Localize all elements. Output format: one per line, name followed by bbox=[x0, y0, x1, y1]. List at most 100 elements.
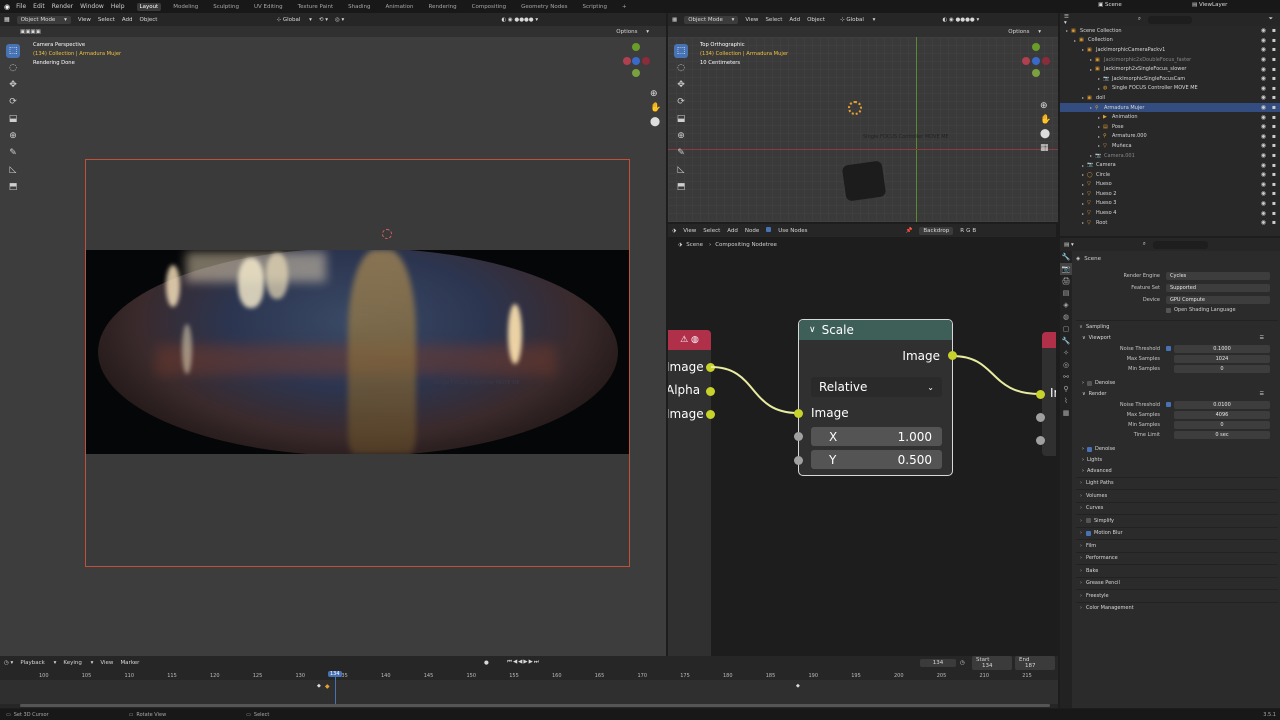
object-tab-icon[interactable]: ▢ bbox=[1060, 323, 1072, 335]
menu-select[interactable]: Select bbox=[98, 17, 115, 23]
menu-add[interactable]: Add bbox=[789, 17, 800, 23]
next-node-input-socket[interactable] bbox=[1036, 390, 1045, 399]
properties-panel-header[interactable]: › Color Management bbox=[1076, 601, 1278, 614]
menu-edit[interactable]: Edit bbox=[33, 3, 45, 10]
expand-arrow-icon[interactable]: ▸ bbox=[1098, 86, 1100, 91]
constraints-tab-icon[interactable]: ⚯ bbox=[1060, 371, 1072, 383]
visibility-eye-icon[interactable]: ◉ bbox=[1261, 56, 1266, 63]
render-camera-icon[interactable]: ▪ bbox=[1272, 142, 1276, 149]
workspace-tab-texture-paint[interactable]: Texture Paint bbox=[295, 3, 337, 11]
properties-panel-header[interactable]: › Freestyle bbox=[1076, 589, 1278, 602]
expand-arrow-icon[interactable]: ▸ bbox=[1098, 115, 1100, 120]
outliner-item[interactable]: ▸ ▣ Jackimorph2xSingleFocus_slower ◉ ▪ bbox=[1060, 64, 1280, 74]
timeline[interactable]: ◷ ▾ Playback ▾ Keying ▾ View Marker ● ⏮◀… bbox=[0, 655, 1058, 708]
list-icon[interactable]: ☰ bbox=[1260, 335, 1264, 341]
editor-type-icon[interactable]: ▦ bbox=[672, 17, 677, 23]
node-editor[interactable]: ⬗ View Select Add Node Use Nodes 📌 Backd… bbox=[668, 224, 1056, 656]
next-node-socket-3[interactable] bbox=[1036, 436, 1045, 445]
visibility-eye-icon[interactable]: ◉ bbox=[1261, 200, 1266, 207]
add-workspace-button[interactable]: + bbox=[619, 3, 630, 11]
render-tab-icon[interactable]: 📷 bbox=[1060, 263, 1072, 275]
outliner-item[interactable]: ▸ 📷 Camera.001 ◉ ▪ bbox=[1060, 151, 1280, 161]
outliner[interactable]: ☰ ▾ ⌕ ⏷ ▸ ▣ Scene Collection ◉ ▪ ▸ ▣ Collection… bbox=[1060, 13, 1280, 236]
record-button-icon[interactable]: ● bbox=[484, 660, 489, 666]
visibility-eye-icon[interactable]: ◉ bbox=[1261, 171, 1266, 178]
scene-tab-icon[interactable]: ◈ bbox=[1060, 299, 1072, 311]
outliner-item[interactable]: ▸ ▤ Pose ◉ ▪ bbox=[1060, 122, 1280, 132]
expand-arrow-icon[interactable]: ▸ bbox=[1090, 67, 1092, 72]
workspace-tab-compositing[interactable]: Compositing bbox=[469, 3, 509, 11]
render-max-samples-field[interactable]: 4096 bbox=[1174, 410, 1270, 419]
outliner-item[interactable]: ▸ ▽ Hueso 4 ◉ ▪ bbox=[1060, 208, 1280, 218]
noise-threshold-checkbox[interactable] bbox=[1166, 346, 1171, 351]
visibility-eye-icon[interactable]: ◉ bbox=[1261, 133, 1266, 140]
expand-arrow-icon[interactable]: ▸ bbox=[1066, 28, 1068, 33]
render-engine-dropdown[interactable]: Cycles bbox=[1166, 272, 1270, 280]
current-frame-badge[interactable]: 134 bbox=[328, 671, 342, 677]
render-min-samples-field[interactable]: 0 bbox=[1174, 420, 1270, 429]
menu-select[interactable]: Select bbox=[765, 17, 782, 23]
scale-output-socket[interactable] bbox=[948, 351, 957, 360]
outliner-item[interactable]: ▸ ▣ doll ◉ ▪ bbox=[1060, 93, 1280, 103]
expand-arrow-icon[interactable]: ▸ bbox=[1082, 182, 1084, 187]
workspace-tab-layout[interactable]: Layout bbox=[136, 2, 162, 11]
particles-tab-icon[interactable]: ✧ bbox=[1060, 347, 1072, 359]
scale-tool-icon[interactable]: ⬓ bbox=[674, 112, 688, 126]
bone-tab-icon[interactable]: ⌇ bbox=[1060, 395, 1072, 407]
expand-arrow-icon[interactable]: ▸ bbox=[1082, 47, 1084, 52]
menu-view[interactable]: View bbox=[745, 17, 758, 23]
scale-tool-icon[interactable]: ⬓ bbox=[6, 112, 20, 126]
orientation-dropdown[interactable]: ⊹ Global ▾ bbox=[276, 17, 311, 23]
menu-marker[interactable]: Marker bbox=[120, 660, 139, 666]
visibility-eye-icon[interactable]: ◉ bbox=[1261, 181, 1266, 188]
render-camera-icon[interactable]: ▪ bbox=[1272, 46, 1276, 53]
outliner-item[interactable]: ▸ ▽ Hueso 3 ◉ ▪ bbox=[1060, 199, 1280, 209]
filter-icon[interactable]: ⏷ bbox=[1269, 16, 1273, 23]
keyframe-marker[interactable]: ◆ bbox=[317, 683, 321, 689]
outliner-item[interactable]: ▸ ▣ Scene Collection ◉ ▪ bbox=[1060, 26, 1280, 36]
render-camera-icon[interactable]: ▪ bbox=[1272, 27, 1276, 34]
visibility-eye-icon[interactable]: ◉ bbox=[1261, 27, 1266, 34]
outliner-search-input[interactable] bbox=[1147, 15, 1192, 24]
feature-set-dropdown[interactable]: Supported bbox=[1166, 284, 1270, 292]
properties-panel-header[interactable]: › Volumes bbox=[1076, 489, 1278, 502]
view-layer-selector[interactable]: ▤ ViewLayer bbox=[1192, 2, 1227, 8]
noise-threshold-checkbox[interactable] bbox=[1166, 402, 1171, 407]
visibility-eye-icon[interactable]: ◉ bbox=[1261, 142, 1266, 149]
zoom-icon[interactable]: ⊕ bbox=[650, 87, 661, 101]
scale-input-socket[interactable] bbox=[794, 409, 803, 418]
expand-arrow-icon[interactable]: ▸ bbox=[1098, 124, 1100, 129]
expand-arrow-icon[interactable]: ▸ bbox=[1082, 201, 1084, 206]
current-frame-field[interactable]: 134 bbox=[920, 658, 956, 667]
blender-logo-icon[interactable]: ◉ bbox=[4, 3, 10, 11]
expand-arrow-icon[interactable]: ▸ bbox=[1082, 191, 1084, 196]
render-camera-icon[interactable]: ▪ bbox=[1272, 66, 1276, 73]
time-limit-field[interactable]: 0 sec bbox=[1174, 430, 1270, 439]
outliner-item[interactable]: ▸ 📷 Camera ◉ ▪ bbox=[1060, 160, 1280, 170]
visibility-eye-icon[interactable]: ◉ bbox=[1261, 114, 1266, 121]
cursor-tool-icon[interactable]: ◌ bbox=[674, 61, 688, 75]
expand-arrow-icon[interactable]: ▸ bbox=[1090, 153, 1092, 158]
scale-node[interactable]: ∨ Scale Image Relative ⌄ Image X 1.000 Y… bbox=[798, 319, 953, 476]
outliner-item[interactable]: ▸ ▽ Hueso ◉ ▪ bbox=[1060, 180, 1280, 190]
output-tab-icon[interactable]: 🖨 bbox=[1060, 275, 1072, 287]
render-camera-icon[interactable]: ▪ bbox=[1272, 190, 1276, 197]
scale-mode-dropdown[interactable]: Relative ⌄ bbox=[811, 377, 942, 397]
outliner-item[interactable]: ▸ ◍ Single FOCUS Controller MOVE ME ◉ ▪ bbox=[1060, 84, 1280, 94]
expand-arrow-icon[interactable]: ▸ bbox=[1098, 134, 1100, 139]
visibility-eye-icon[interactable]: ◉ bbox=[1261, 162, 1266, 169]
expand-arrow-icon[interactable]: ▸ bbox=[1082, 95, 1084, 100]
render-subpanel-header[interactable]: ∨ Render ☰ bbox=[1076, 389, 1278, 400]
gizmo-x-axis[interactable] bbox=[623, 57, 631, 65]
add-cube-tool-icon[interactable]: ⬒ bbox=[674, 180, 688, 194]
expand-arrow-icon[interactable]: ▸ bbox=[1082, 211, 1084, 216]
gizmo-y-axis[interactable] bbox=[632, 57, 640, 65]
visibility-eye-icon[interactable]: ◉ bbox=[1261, 85, 1266, 92]
proportional-edit-icon[interactable]: ◎ ▾ bbox=[335, 17, 344, 23]
gizmo-neg-z[interactable] bbox=[632, 69, 640, 77]
panel-checkbox[interactable] bbox=[1086, 530, 1091, 536]
render-camera-icon[interactable]: ▪ bbox=[1272, 133, 1276, 140]
annotate-tool-icon[interactable]: ✎ bbox=[6, 146, 20, 160]
world-tab-icon[interactable]: ◍ bbox=[1060, 311, 1072, 323]
next-node-socket-2[interactable] bbox=[1036, 413, 1045, 422]
